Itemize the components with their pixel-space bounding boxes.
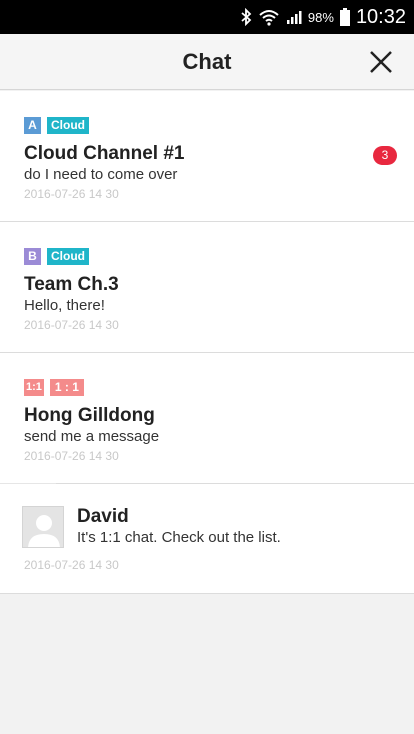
app-header: Chat <box>0 34 414 90</box>
divider <box>0 483 56 484</box>
close-icon <box>370 51 392 73</box>
battery-icon <box>339 8 350 26</box>
chat-date: 2016-07-26 14 30 <box>24 318 119 332</box>
user-icon <box>28 515 60 547</box>
chat-name: Team Ch.3 <box>24 274 119 295</box>
one-to-one-icon-tag: 1:1 <box>24 379 44 396</box>
channel-letter-tag: A <box>24 117 41 134</box>
channel-letter-tag: B <box>24 248 41 265</box>
chat-name: David <box>77 506 129 527</box>
chat-item-team-ch3[interactable]: B Cloud Team Ch.3 Hello, there! 2016-07-… <box>0 222 414 353</box>
chat-item-cloud-channel-1[interactable]: A Cloud Cloud Channel #1 do I need to co… <box>0 91 414 222</box>
status-bar: 98% 10:32 <box>0 0 414 34</box>
status-clock: 10:32 <box>355 5 406 28</box>
chat-last-message: send me a message <box>24 428 160 445</box>
chat-last-message: Hello, there! <box>24 297 105 314</box>
chat-date: 2016-07-26 14 30 <box>24 187 119 201</box>
chat-name: Cloud Channel #1 <box>24 143 185 164</box>
chat-item-hong-gilldong[interactable]: 1:1 1 : 1 Hong Gilldong send me a messag… <box>0 353 414 484</box>
unread-badge: 3 <box>373 146 397 165</box>
wifi-icon <box>258 8 280 26</box>
signal-icon <box>286 9 302 25</box>
status-icons: 98% 10:32 <box>240 0 406 34</box>
chat-last-message: It's 1:1 chat. Check out the list. <box>77 529 281 546</box>
one-to-one-tag: 1 : 1 <box>49 379 84 396</box>
chat-date: 2016-07-26 14 30 <box>24 449 119 463</box>
cloud-tag: Cloud <box>47 117 89 134</box>
chat-tags: A Cloud <box>24 117 89 134</box>
chat-last-message: do I need to come over <box>24 166 178 183</box>
battery-percent: 98% <box>307 9 334 25</box>
chat-tags: 1:1 1 : 1 <box>24 379 84 396</box>
page-title: Chat <box>182 49 232 74</box>
chat-name: Hong Gilldong <box>24 405 155 426</box>
chat-item-david[interactable]: David It's 1:1 chat. Check out the list.… <box>0 483 414 594</box>
cloud-tag: Cloud <box>47 248 89 265</box>
avatar <box>22 506 64 548</box>
chat-list: A Cloud Cloud Channel #1 do I need to co… <box>0 91 414 594</box>
chat-tags: B Cloud <box>24 248 89 265</box>
bluetooth-icon <box>240 8 252 26</box>
chat-date: 2016-07-26 14 30 <box>24 558 119 572</box>
close-button[interactable] <box>366 47 396 77</box>
